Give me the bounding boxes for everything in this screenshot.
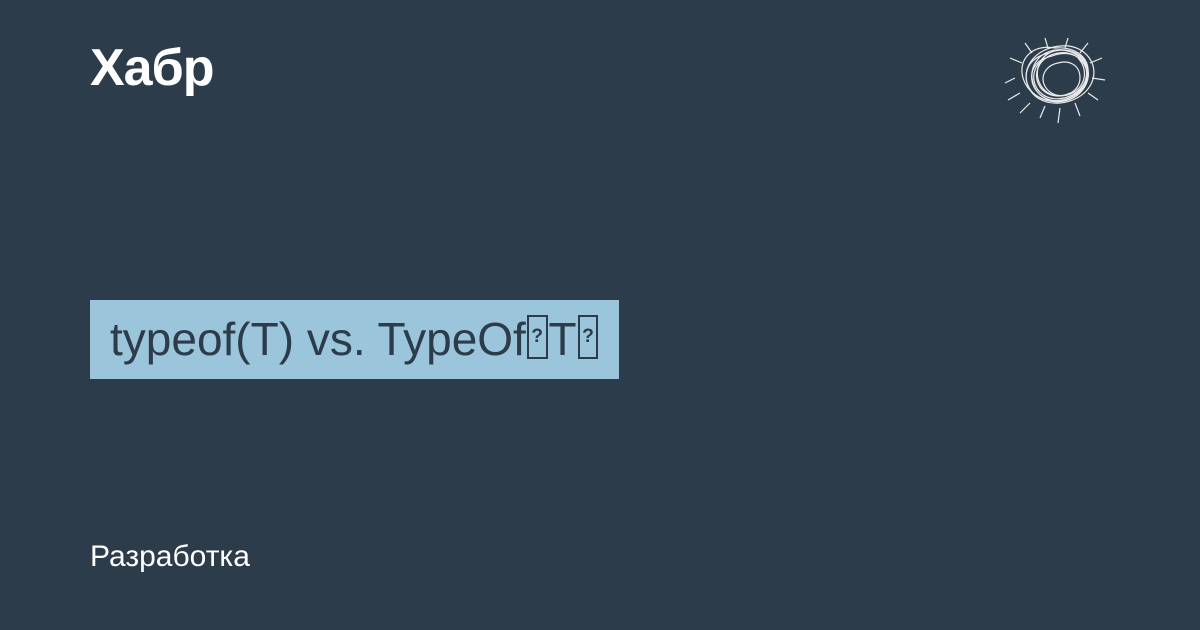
missing-glyph-icon — [578, 315, 599, 359]
article-category: Разработка — [90, 540, 250, 574]
article-title: typeof(T) vs. TypeOf T — [90, 300, 619, 379]
article-title-container: typeof(T) vs. TypeOf T — [90, 300, 619, 379]
site-logo: Хабр — [90, 38, 214, 98]
missing-glyph-icon — [527, 315, 548, 359]
title-text-part2: T — [549, 313, 577, 365]
header: Хабр — [90, 38, 1110, 128]
title-text-part1: typeof(T) vs. TypeOf — [110, 313, 526, 365]
scribble-icon — [1000, 38, 1110, 128]
